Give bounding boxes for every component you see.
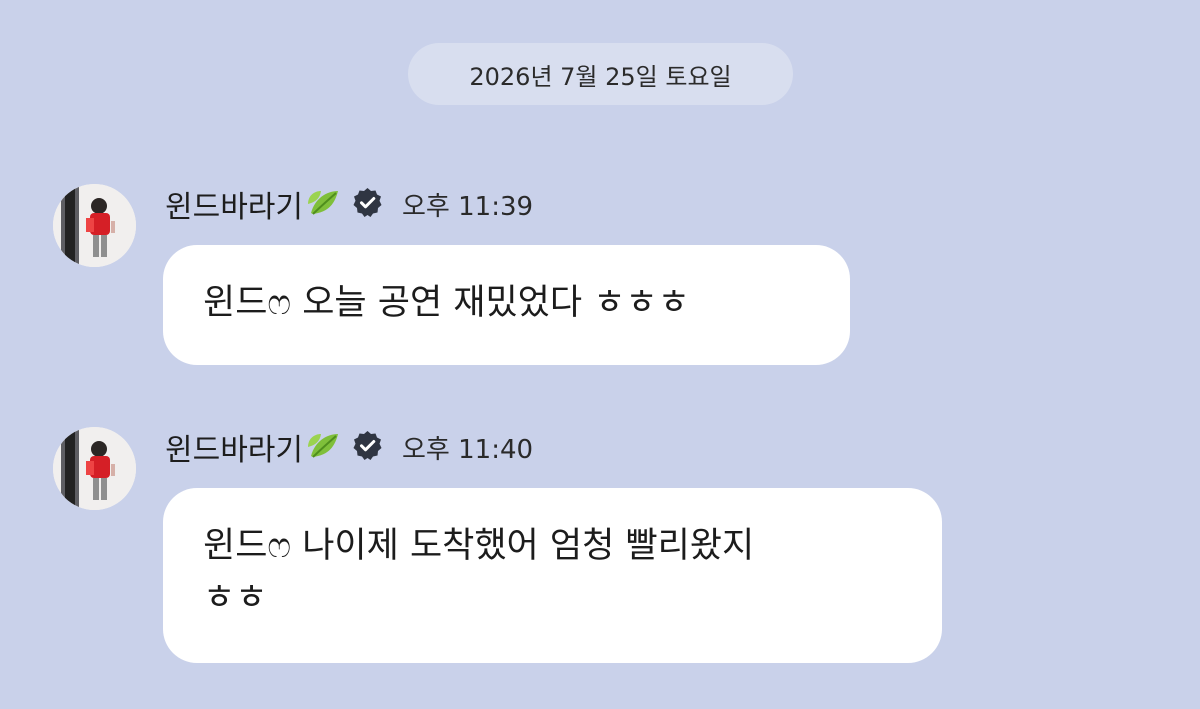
sender-name[interactable]: 윈드바라기 (165, 182, 303, 226)
timestamp: 오후 11:39 (402, 191, 534, 222)
avatar-icon (53, 184, 136, 267)
sender-row: 윈드바라기 오후 11:40 (165, 425, 533, 469)
message-text: 윈드ෆ 오늘 공연 재밌었다 ㅎㅎㅎ (203, 283, 690, 323)
sender-name[interactable]: 윈드바라기 (165, 425, 303, 469)
avatar[interactable] (53, 427, 136, 510)
message-text: 윈드ෆ 나이제 도착했어 엄청 빨리왔지 ㅎㅎ (203, 526, 755, 618)
timestamp: 오후 11:40 (402, 434, 534, 465)
avatar[interactable] (53, 184, 136, 267)
avatar-icon (53, 427, 136, 510)
date-separator: 2026년 7월 25일 토요일 (408, 43, 793, 105)
sender-row: 윈드바라기 오후 11:39 (165, 182, 533, 226)
leaf-icon (305, 426, 343, 468)
leaf-icon (305, 183, 343, 225)
message-bubble[interactable]: 윈드ෆ 나이제 도착했어 엄청 빨리왔지 ㅎㅎ (163, 488, 942, 663)
message-bubble[interactable]: 윈드ෆ 오늘 공연 재밌었다 ㅎㅎㅎ (163, 245, 850, 365)
verified-icon (351, 186, 384, 223)
verified-icon (351, 429, 384, 466)
